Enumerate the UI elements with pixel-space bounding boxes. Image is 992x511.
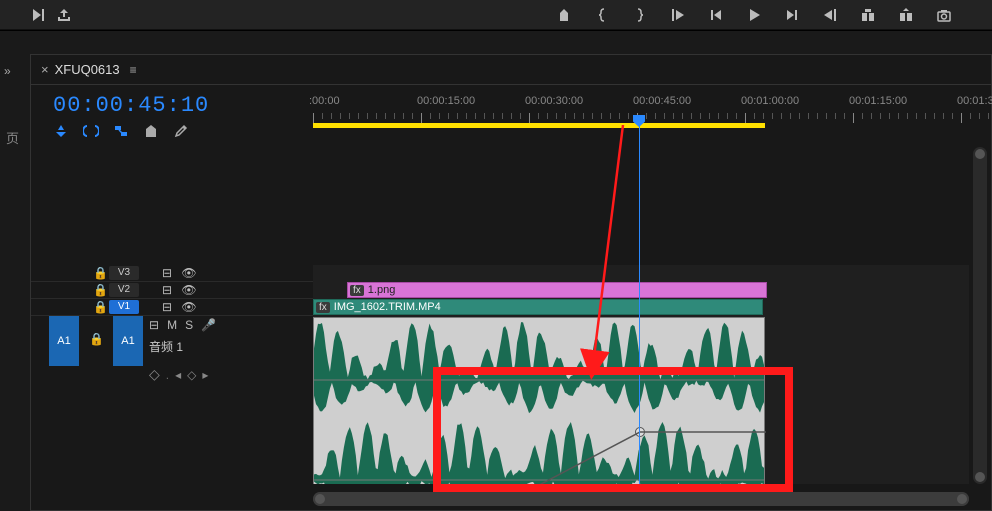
timeline-panel: × XFUQ0613 ≡ 00:00:45:10 :00:0000:00:15:… xyxy=(30,54,992,511)
settings-icon[interactable] xyxy=(173,123,189,139)
goto-out-icon[interactable] xyxy=(822,7,838,23)
track-output-icon[interactable]: ⊟ xyxy=(157,266,177,280)
goto-in-icon[interactable] xyxy=(670,7,686,23)
time-ruler[interactable]: :00:0000:00:15:0000:00:30:0000:00:45:000… xyxy=(313,95,991,139)
eye-icon[interactable]: 👁 xyxy=(179,266,199,280)
mute-button[interactable]: M xyxy=(167,318,177,332)
playhead[interactable] xyxy=(639,117,640,484)
snap-icon[interactable] xyxy=(83,123,99,139)
volume-rubberband[interactable] xyxy=(314,418,766,484)
track-headers: 🔒 V3 ⊟ 👁 🔒 V2 ⊟ 👁 🔒 V1 ⊟ 👁 A1 🔒 A1 ⊟ xyxy=(31,265,313,316)
waveform-left xyxy=(314,318,764,418)
keyframe-prev-icon[interactable]: ◂ xyxy=(175,368,181,382)
track-label[interactable]: V1 xyxy=(109,300,139,314)
track-label[interactable]: V3 xyxy=(109,266,139,280)
brace-open-icon[interactable] xyxy=(594,7,610,23)
clip-a1[interactable]: fx L R xyxy=(313,317,765,484)
target-patch-a1[interactable]: A1 xyxy=(113,316,143,366)
playhead-timecode[interactable]: 00:00:45:10 xyxy=(53,93,209,118)
solo-button[interactable]: S xyxy=(185,318,193,332)
export-icon[interactable] xyxy=(56,7,72,23)
mark-in-icon[interactable] xyxy=(556,7,572,23)
track-label[interactable]: V2 xyxy=(109,283,139,297)
lift-icon[interactable] xyxy=(860,7,876,23)
add-keyframe-icon[interactable]: ◇ xyxy=(187,368,196,382)
play-insert-icon[interactable] xyxy=(30,7,46,23)
track-header-a1[interactable]: A1 🔒 A1 ⊟ M S 🎤 音频 1 ◇ . ◂ ◇ ▸ xyxy=(31,316,313,456)
lock-icon[interactable]: 🔒 xyxy=(89,332,104,346)
lock-icon[interactable]: 🔒 xyxy=(93,283,107,297)
sequence-tab-name[interactable]: XFUQ0613 xyxy=(55,62,120,77)
panel-collapse-icon[interactable]: » xyxy=(4,64,20,80)
eye-icon[interactable]: 👁 xyxy=(179,283,199,297)
fx-badge[interactable]: fx xyxy=(316,302,330,313)
step-fwd-icon[interactable] xyxy=(784,7,800,23)
clip-v2[interactable]: fx 1.png xyxy=(347,282,767,298)
fx-badge[interactable]: fx xyxy=(350,285,364,296)
marker-icon[interactable] xyxy=(143,123,159,139)
eye-icon[interactable]: 👁 xyxy=(179,300,199,314)
source-patch-a1[interactable]: A1 xyxy=(49,316,79,366)
track-header-v3[interactable]: 🔒 V3 ⊟ 👁 xyxy=(31,265,313,282)
keyframe-diamond-icon[interactable]: ◇ xyxy=(149,366,160,383)
track-output-icon[interactable]: ⊟ xyxy=(149,318,159,332)
timeline-vscrollbar[interactable] xyxy=(973,147,987,484)
track-header-v2[interactable]: 🔒 V2 ⊟ 👁 xyxy=(31,282,313,299)
linked-selection-icon[interactable] xyxy=(113,123,129,139)
lock-icon[interactable]: 🔒 xyxy=(93,266,107,280)
step-back-icon[interactable] xyxy=(708,7,724,23)
program-transport-bar xyxy=(0,0,992,30)
work-area-bar[interactable] xyxy=(313,123,765,128)
play-icon[interactable] xyxy=(746,7,762,23)
voiceover-icon[interactable]: 🎤 xyxy=(201,318,216,332)
snapshot-icon[interactable] xyxy=(936,7,952,23)
clip-v1[interactable]: fx IMG_1602.TRIM.MP4 xyxy=(313,299,763,315)
timeline-hscrollbar[interactable] xyxy=(313,492,969,506)
extract-icon[interactable] xyxy=(898,7,914,23)
track-output-icon[interactable]: ⊟ xyxy=(157,283,177,297)
track-output-icon[interactable]: ⊟ xyxy=(157,300,177,314)
audio-track-name: 音频 1 xyxy=(149,338,183,355)
clip-name: 1.png xyxy=(368,284,396,296)
tab-menu-icon[interactable]: ≡ xyxy=(130,63,137,77)
clip-name: IMG_1602.TRIM.MP4 xyxy=(334,301,441,313)
timeline-tools xyxy=(53,123,189,139)
keyframe-next-icon[interactable]: ▸ xyxy=(202,368,208,382)
nest-icon[interactable] xyxy=(53,123,69,139)
lock-icon[interactable]: 🔒 xyxy=(93,300,107,314)
timeline-tab-bar: × XFUQ0613 ≡ xyxy=(31,55,991,85)
track-header-v1[interactable]: 🔒 V1 ⊟ 👁 xyxy=(31,299,313,316)
timeline-tracks-area[interactable]: fx 1.png fx IMG_1602.TRIM.MP4 fx L R xyxy=(313,265,969,484)
tab-close-icon[interactable]: × xyxy=(41,62,49,77)
side-panel-label: 页 xyxy=(6,128,19,147)
brace-close-icon[interactable] xyxy=(632,7,648,23)
